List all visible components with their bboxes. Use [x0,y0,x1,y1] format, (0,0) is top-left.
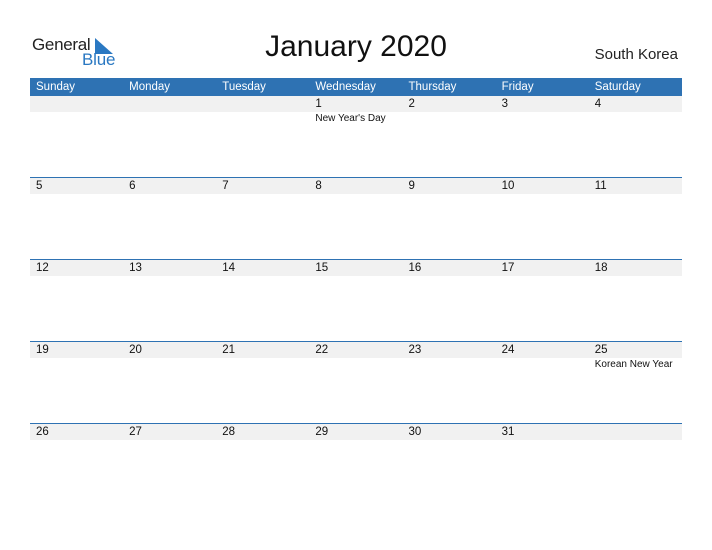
weekday-monday: Monday [129,81,171,93]
day-number [30,96,123,112]
holiday-label [589,112,682,126]
day-number: 28 [222,426,236,438]
calendar-grid: Sunday Monday Tuesday Wednesday Thursday… [30,78,682,505]
week-row: 12 13 14 15 16 17 18 [30,259,682,341]
day-number [216,96,309,112]
date-strip: 12 13 14 15 16 17 18 [30,260,682,276]
day-number: 21 [222,344,236,356]
holiday-label [123,358,216,372]
day-number: 10 [501,180,515,192]
day-number: 23 [408,344,422,356]
date-strip: 5 6 7 8 9 10 11 [30,178,682,194]
day-number: 5 [36,180,43,192]
day-number: 30 [408,426,422,438]
day-number: 25 [594,344,608,356]
day-number: 9 [408,180,415,192]
day-number: 24 [501,344,515,356]
day-number: 31 [501,426,515,438]
day-number: 22 [315,344,329,356]
holiday-label [403,112,496,126]
day-number: 1 [315,98,322,110]
week-row: 26 27 28 29 30 31 [30,423,682,505]
holiday-label [496,358,589,372]
holiday-label [216,112,309,126]
holiday-label [309,358,402,372]
day-number: 7 [222,180,229,192]
weekday-sunday: Sunday [36,81,76,93]
day-number: 16 [408,262,422,274]
holiday-label [216,358,309,372]
weekday-thursday: Thursday [408,81,457,93]
weeks-container: 1 2 3 4 New Year's Day 5 6 7 8 9 10 11 12 13 14 15 16 17 1… [30,96,682,505]
weekday-friday: Friday [501,81,534,93]
date-strip: 26 27 28 29 30 31 [30,424,682,440]
day-number: 18 [594,262,608,274]
holiday-label [123,112,216,126]
day-number [589,424,682,440]
day-number: 20 [129,344,142,356]
day-number: 2 [408,98,415,110]
weekday-wednesday: Wednesday [315,81,376,93]
holiday-label [30,358,123,372]
day-number: 27 [129,426,142,438]
day-number: 11 [594,180,607,192]
holiday-label [30,112,123,126]
day-number: 17 [501,262,515,274]
day-number: 14 [222,262,236,274]
week-row: 1 2 3 4 New Year's Day [30,96,682,177]
day-number: 8 [315,180,322,192]
day-number: 12 [36,262,49,274]
country-label: South Korea [594,46,678,63]
day-number: 3 [501,98,509,110]
weekday-saturday: Saturday [594,81,641,93]
date-strip: 1 2 3 4 [30,96,682,112]
day-number: 6 [129,180,136,192]
holiday-label: Korean New Year [594,359,673,370]
weekday-header: Sunday Monday Tuesday Wednesday Thursday… [30,78,682,96]
week-row: 19 20 21 22 23 24 25 Korean New Year [30,341,682,423]
day-number: 4 [594,98,602,110]
date-strip: 19 20 21 22 23 24 25 [30,342,682,358]
day-number: 29 [315,426,329,438]
holiday-label [496,112,589,126]
events-row: Korean New Year [30,358,682,372]
day-number: 26 [36,426,49,438]
events-row: New Year's Day [30,112,682,126]
weekday-tuesday: Tuesday [222,81,266,93]
week-row: 5 6 7 8 9 10 11 [30,177,682,259]
holiday-label: New Year's Day [315,113,386,124]
day-number: 13 [129,262,142,274]
day-number [123,96,216,112]
holiday-label [403,358,496,372]
day-number: 19 [36,344,49,356]
day-number: 15 [315,262,329,274]
